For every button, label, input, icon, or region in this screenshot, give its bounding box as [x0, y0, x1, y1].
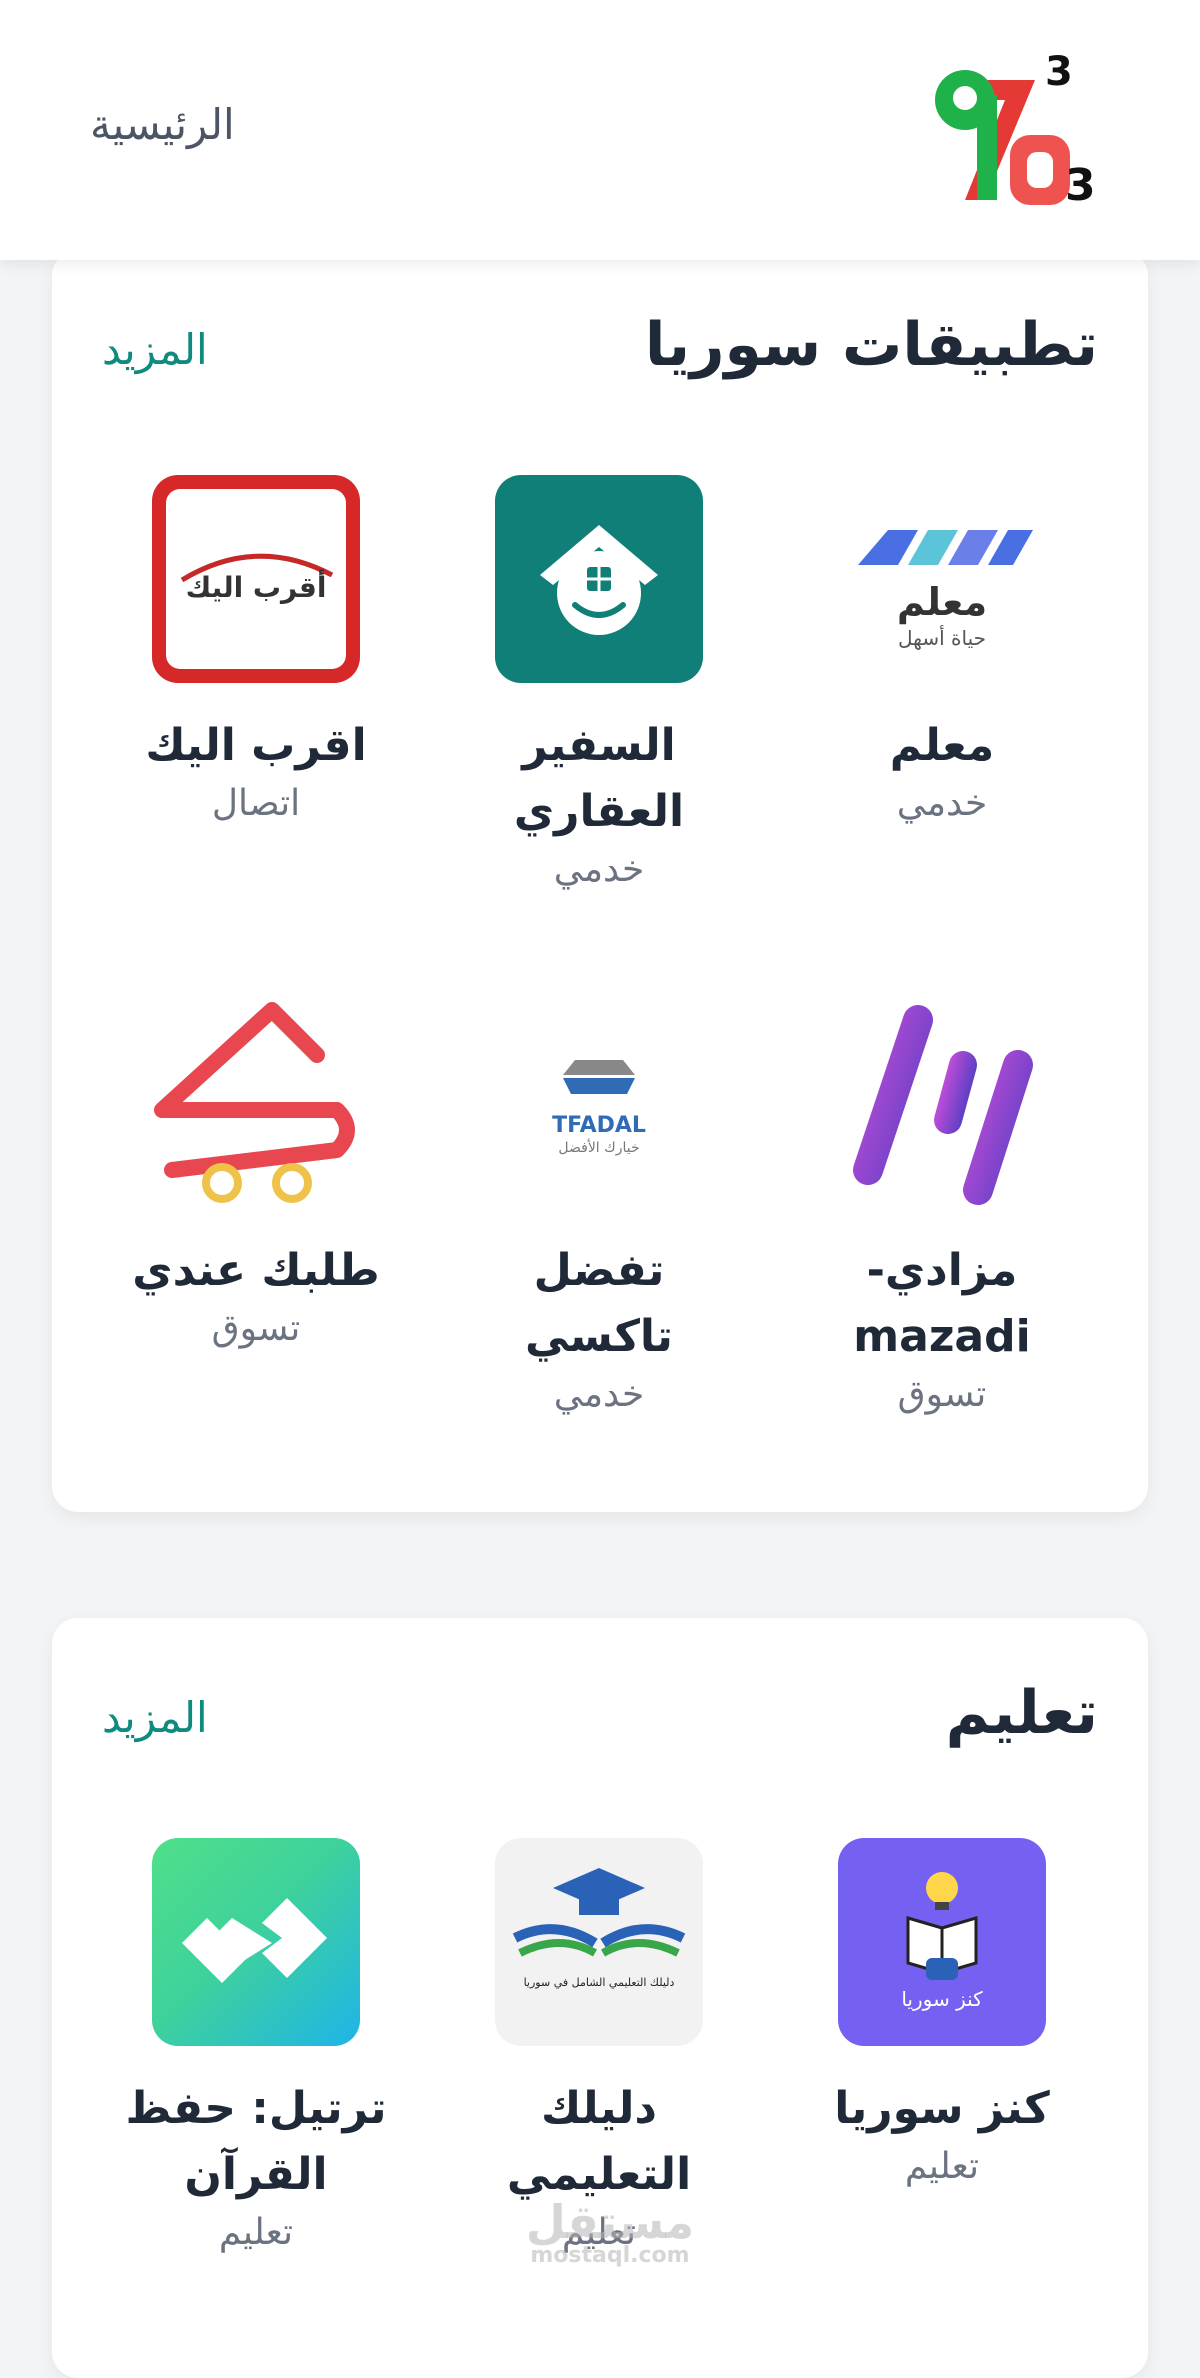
app-category: تسوق — [211, 1308, 301, 1349]
graduation-book-icon: دليلك التعليمي الشامل في سوريا — [495, 1838, 703, 2046]
svg-text:معلم: معلم — [897, 580, 987, 625]
svg-text:دليلك التعليمي الشامل في سوريا: دليلك التعليمي الشامل في سوريا — [524, 1976, 675, 1989]
watermark: مستقل mostaql.com — [525, 2195, 695, 2268]
svg-text:حياة أسهل: حياة أسهل — [898, 625, 986, 650]
svg-text:TFADAL: TFADAL — [552, 1113, 646, 1138]
app-category: خدمي — [553, 1374, 645, 1415]
app-name: ترتيل: حفظ القرآن — [125, 2083, 387, 2200]
moalem-logo-icon: معلم حياة أسهل — [838, 475, 1046, 683]
home-nav-link[interactable]: الرئيسية — [90, 100, 235, 149]
app-category: خدمي — [553, 849, 645, 890]
app-name: تفضل تاكسي — [525, 1245, 673, 1362]
svg-text:3: 3 — [1045, 49, 1073, 95]
app-card-kanz-souria[interactable]: كنز سوريا كنز سوريا تعليم — [782, 1838, 1102, 2187]
svg-text:أقرب اليك: أقرب اليك — [186, 569, 327, 604]
delivery-cart-icon — [152, 1000, 360, 1208]
app-category: تسوق — [897, 1374, 987, 1415]
top-app-bar: الرئيسية 3 3 — [0, 0, 1200, 260]
section-title: تطبيقات سوريا — [644, 310, 1098, 380]
logo-963-icon[interactable]: 3 3 — [925, 40, 1096, 211]
app-category: تعليم — [904, 2146, 980, 2187]
app-card-mazadi[interactable]: مزادي- mazadi تسوق — [782, 1000, 1102, 1415]
app-card-alsafeer[interactable]: السفير العقاري خدمي — [439, 475, 759, 890]
more-link[interactable]: المزيد — [102, 325, 208, 374]
app-category: خدمي — [896, 783, 988, 824]
app-category: تعليم — [218, 2212, 294, 2253]
app-name: كنز سوريا — [834, 2083, 1050, 2134]
svg-text:3: 3 — [1065, 160, 1095, 210]
app-name: معلم — [889, 720, 995, 771]
more-link[interactable]: المزيد — [102, 1693, 208, 1742]
svg-text:خيارك الأفضل: خيارك الأفضل — [558, 1138, 639, 1156]
house-smile-icon — [495, 475, 703, 683]
app-name: السفير العقاري — [513, 720, 685, 837]
tarteel-logo-icon — [152, 1838, 360, 2046]
app-card-talabak-indi[interactable]: طلبك عندي تسوق — [96, 1000, 416, 1349]
tfadal-taxi-logo-icon: TFADAL خيارك الأفضل — [495, 1000, 703, 1208]
app-card-aqrab-alaik[interactable]: أقرب اليك اقرب اليك اتصال — [96, 475, 416, 824]
app-category: اتصال — [211, 783, 301, 824]
section-title: تعليم — [945, 1678, 1098, 1748]
app-name: اقرب اليك — [145, 720, 367, 771]
app-name: دليلك التعليمي — [506, 2083, 692, 2200]
aqrab-alaik-logo-icon: أقرب اليك — [152, 475, 360, 683]
app-name: طلبك عندي — [132, 1245, 380, 1296]
app-card-daleelak[interactable]: دليلك التعليمي الشامل في سوريا دليلك الت… — [439, 1838, 759, 2253]
app-card-tarteel[interactable]: ترتيل: حفظ القرآن تعليم — [96, 1838, 416, 2253]
svg-text:كنز سوريا: كنز سوريا — [901, 1987, 983, 2011]
app-card-moalem[interactable]: معلم حياة أسهل معلم خدمي — [782, 475, 1102, 824]
app-card-tfadal-taxi[interactable]: TFADAL خيارك الأفضل تفضل تاكسي خدمي — [439, 1000, 759, 1415]
syria-apps-section: تطبيقات سوريا المزيد معلم حياة أسهل معلم… — [52, 250, 1148, 1512]
book-bulb-icon: كنز سوريا — [838, 1838, 1046, 2046]
app-name: مزادي- mazadi — [853, 1245, 1031, 1362]
mazadi-logo-icon — [838, 1000, 1046, 1208]
